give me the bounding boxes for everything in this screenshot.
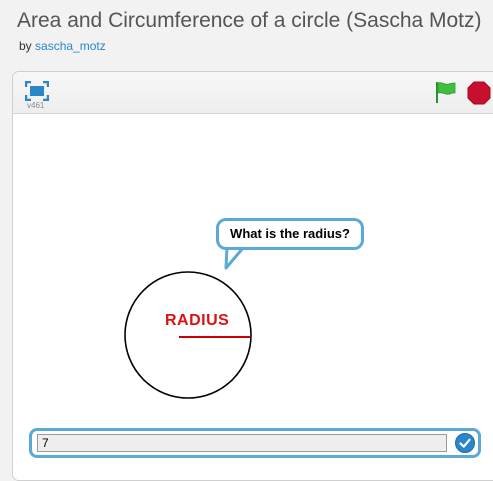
byline-prefix: by [19, 39, 32, 53]
ask-prompt [29, 428, 481, 458]
stage[interactable]: What is the radius? RADIUS [13, 114, 493, 480]
scratch-player: v461 What is the radius? RADIUS [12, 71, 493, 481]
green-flag-icon[interactable] [433, 80, 457, 104]
answer-input[interactable] [37, 434, 447, 452]
author-link[interactable]: sascha_motz [35, 39, 106, 53]
project-byline: by sascha_motz [19, 39, 106, 53]
fullscreen-icon[interactable] [25, 81, 49, 101]
check-icon[interactable] [455, 433, 475, 453]
speech-bubble: What is the radius? [216, 218, 364, 250]
radius-label: RADIUS [165, 312, 230, 329]
stop-sign-icon[interactable] [467, 81, 491, 105]
project-title: Area and Circumference of a circle (Sasc… [17, 9, 482, 32]
player-controls: v461 [13, 72, 493, 114]
project-header: Area and Circumference of a circle (Sasc… [0, 0, 493, 68]
version-label: v461 [27, 101, 45, 110]
circle-sprite[interactable] [119, 266, 257, 404]
